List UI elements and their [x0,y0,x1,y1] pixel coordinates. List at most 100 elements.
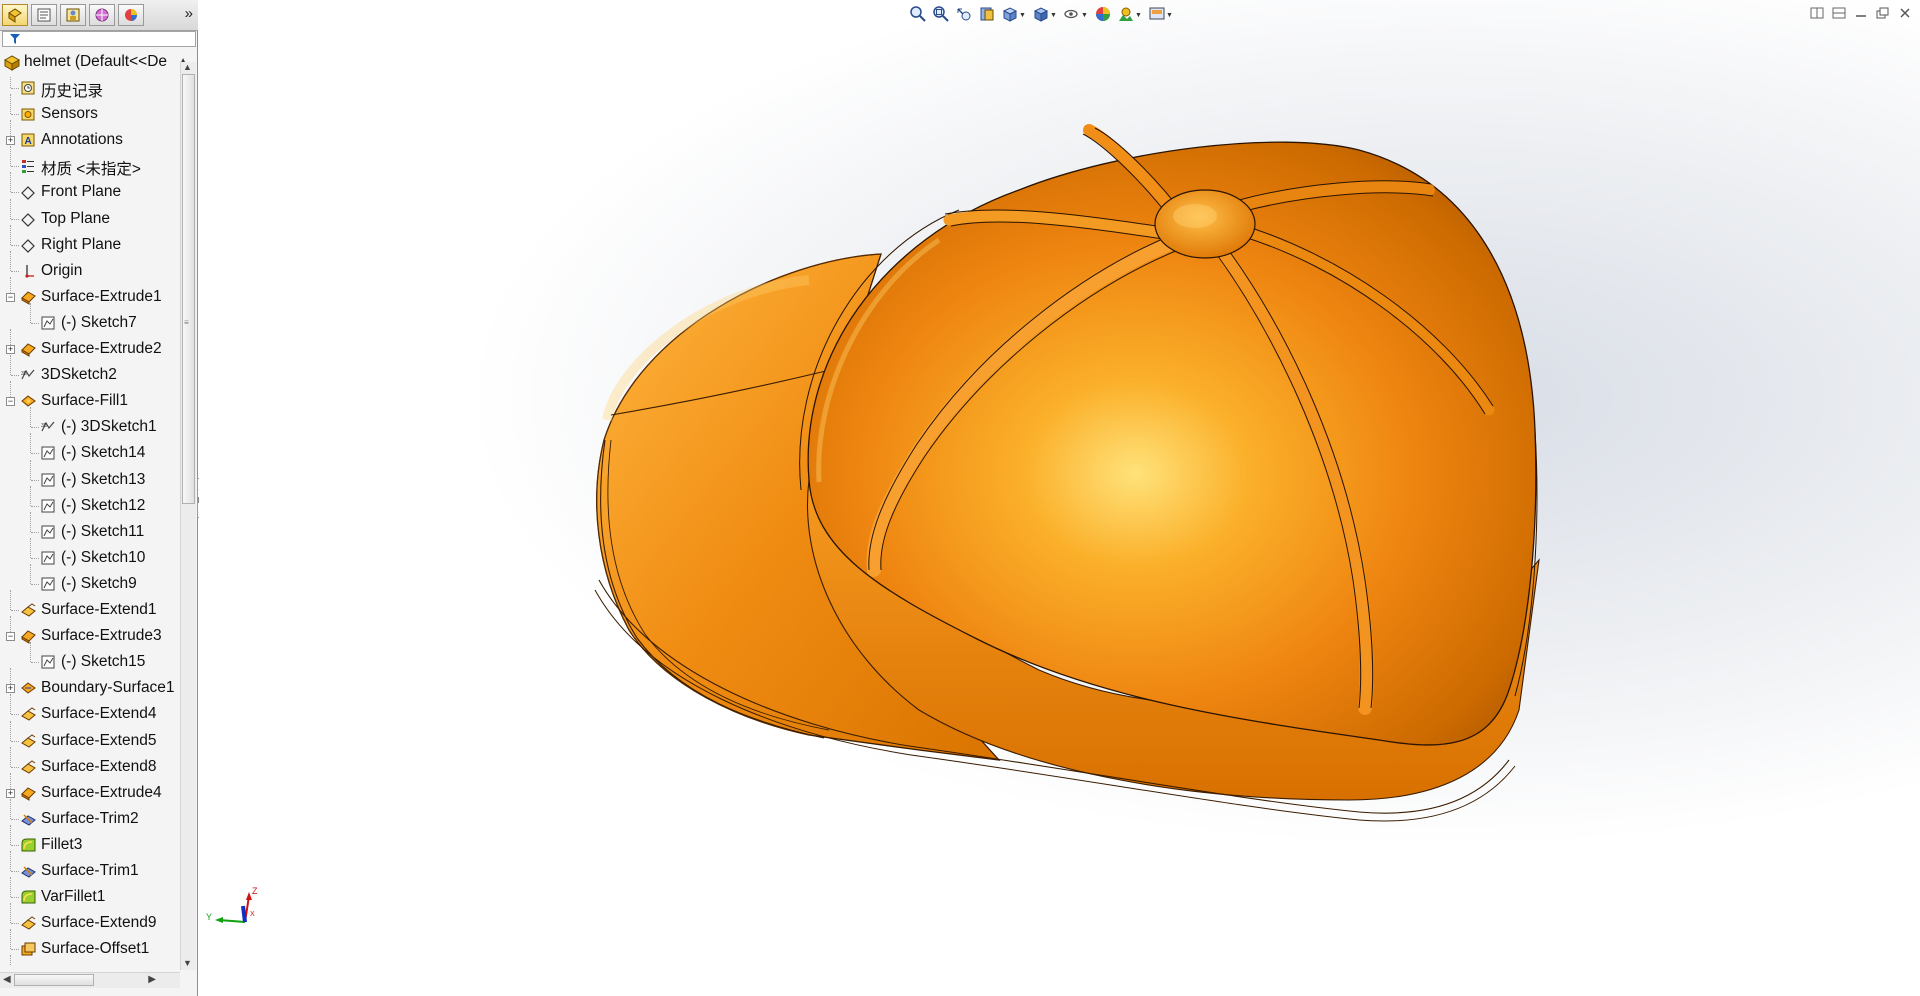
vertical-scroll-thumb[interactable] [182,74,195,504]
dropdown-arrow-icon[interactable]: ▼ [1050,12,1057,19]
tree-item[interactable]: (-) Sketch13 [0,459,180,492]
tree-item-label: Fillet3 [41,835,83,853]
tree-item[interactable]: − Surface-Fill1 [0,381,180,413]
tree-guide-line [11,114,19,116]
tree-guide-line [31,479,39,481]
panel-tab-display-manager[interactable] [118,4,144,26]
tree-item[interactable]: 历史记录 [0,76,180,100]
expand-icon[interactable]: + [6,345,15,354]
zoom-to-area-button[interactable] [932,5,952,25]
tree-item[interactable]: + Surface-Extrude2 [0,329,180,361]
feature-tree-root[interactable]: helmet (Default<<De ▲ [0,52,194,74]
hide-show-items-button[interactable]: ▼ [1063,5,1088,25]
panel-tab-property-manager[interactable] [31,4,57,26]
tree-item[interactable]: (-) Sketch7 [0,302,180,335]
tree-item[interactable]: + Boundary-Surface1 [0,668,180,700]
tree-guide-line [30,563,32,584]
tree-item[interactable]: Sensors [0,94,180,126]
edit-appearance-button[interactable] [1094,5,1114,25]
tree-item[interactable]: VarFillet1 [0,877,180,909]
tree-item[interactable]: (-) Sketch14 [0,433,180,465]
display-style-button[interactable]: ▼ [1032,5,1057,25]
tree-item[interactable]: 材质 <未指定> [0,146,180,178]
tree-item[interactable]: + Surface-Extrude4 [0,772,180,805]
tree-item[interactable]: Surface-Extend1 [0,590,180,622]
tree-item[interactable]: Surface-Extend9 [0,903,180,935]
previous-view-button[interactable] [955,5,975,25]
dropdown-arrow-icon[interactable]: ▼ [1019,12,1026,19]
panel-tab-feature-tree[interactable] [2,4,28,26]
tree-guide-line [11,270,19,272]
tree-vertical-scrollbar[interactable]: ▲ ≡ ▼ [180,62,196,970]
tree-item[interactable]: (-) Sketch12 [0,485,180,518]
zoom-to-fit-button[interactable] [909,5,929,25]
tree-item-label: Top Plane [41,209,110,227]
tree-item[interactable]: − Surface-Extrude3 [0,616,180,648]
tree-item[interactable]: (-) Sketch9 [0,563,180,596]
expand-icon[interactable]: + [6,788,15,798]
tree-item[interactable]: Top Plane [0,198,180,231]
horizontal-scroll-thumb[interactable] [14,974,94,986]
view-orientation-icon [1001,7,1019,27]
panel-tab-dimxpert[interactable] [89,4,115,26]
tree-item[interactable]: (-) Sketch15 [0,642,180,674]
tree-item[interactable]: Split Line2 [0,955,180,966]
apply-scene-icon [1117,7,1135,27]
expand-icon[interactable]: + [6,684,15,694]
tree-item[interactable]: Surface-Offset1 [0,929,180,961]
tree-guide-line [11,218,19,220]
collapse-icon[interactable]: − [6,632,15,642]
tree-item[interactable]: 3D (-) 3DSketch1 [0,407,180,439]
scroll-up-arrow-icon[interactable]: ▲ [183,62,192,72]
sketch-icon [40,315,57,331]
tree-guide-line [10,198,12,219]
view-settings-button[interactable]: ▼ [1148,5,1173,25]
fillet-icon [20,837,37,853]
feature-filter-input[interactable] [2,31,196,47]
view-orientation-button[interactable]: ▼ [1001,5,1026,27]
dropdown-arrow-icon[interactable]: ▼ [1166,12,1173,19]
close-icon[interactable] [1898,6,1912,18]
collapse-icon[interactable]: − [6,397,15,407]
sketch-icon [40,550,57,566]
tree-guide-line [11,610,19,611]
expand-icon[interactable]: + [6,136,15,146]
expand-panel-button[interactable]: » [185,6,193,22]
dropdown-arrow-icon[interactable]: ▼ [1081,12,1088,19]
minimize-icon[interactable] [1854,6,1868,18]
tree-item-label: Front Plane [41,183,122,201]
tree-item[interactable]: 3D 3DSketch2 [0,355,180,387]
tree-item[interactable]: Right Plane [0,224,180,257]
surface-extend-icon [20,733,37,749]
graphics-area[interactable]: ▼ ▼ ▼ ▼ ▼ Z Y X [199,0,1920,996]
tree-item[interactable]: Origin [0,250,180,283]
tree-item[interactable]: Front Plane [0,172,180,204]
tree-item[interactable]: (-) Sketch10 [0,537,180,570]
dropdown-arrow-icon[interactable]: ▼ [1135,12,1142,19]
tree-item[interactable]: Surface-Extend5 [0,720,180,753]
section-view-button[interactable] [978,5,998,25]
tree-item[interactable]: Surface-Trim2 [0,798,180,831]
tree-item[interactable]: Surface-Trim1 [0,851,180,883]
apply-scene-button[interactable]: ▼ [1117,5,1142,27]
tree-guide-line [11,375,19,377]
tree-item-label: Surface-Extrude3 [41,627,162,645]
scroll-right-arrow-icon[interactable]: ▶ [148,974,156,985]
tree-item[interactable]: (-) Sketch11 [0,511,180,544]
sketch-icon [40,498,57,514]
restore-icon[interactable] [1876,6,1890,19]
tile-horizontal-icon[interactable] [1810,6,1824,19]
panel-tab-configuration-manager[interactable] [60,4,86,26]
helmet-model[interactable] [479,110,1659,890]
tree-item[interactable]: − Surface-Extrude1 [0,276,180,309]
scroll-down-arrow-icon[interactable]: ▼ [183,958,192,968]
tree-item[interactable]: Surface-Extend8 [0,746,180,779]
scroll-left-arrow-icon[interactable]: ◀ [3,974,11,985]
tree-item[interactable]: Fillet3 [0,824,180,857]
tree-item[interactable]: + A Annotations [0,120,180,152]
tree-horizontal-scrollbar[interactable]: ◀ ▶ [0,972,180,988]
surface-extend-icon [20,602,37,618]
collapse-icon[interactable]: − [6,292,15,302]
tree-item[interactable]: Surface-Extend4 [0,694,180,726]
tile-vertical-icon[interactable] [1832,6,1846,19]
